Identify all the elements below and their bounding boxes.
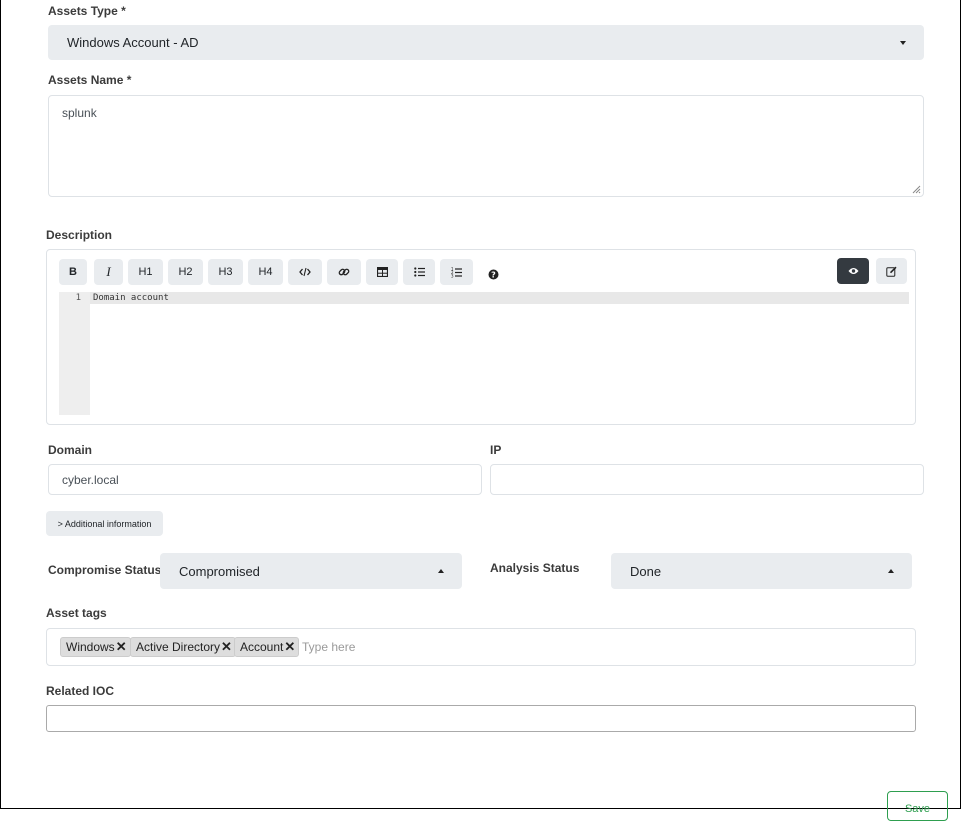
h1-label: H1 [138,266,153,278]
domain-value: cyber.local [62,472,119,487]
compromise-status-select[interactable]: Compromised [160,553,462,589]
assets-type-value: Windows Account - AD [67,35,199,50]
asset-tags-label: Asset tags [46,606,107,620]
h4-label: H4 [258,266,273,278]
tag-chip: Account ✕ [234,637,300,657]
remove-tag-icon[interactable]: ✕ [284,639,298,655]
additional-information-label: > Additional information [57,518,152,529]
assets-type-label: Assets Type * [48,4,126,18]
domain-label: Domain [48,443,93,457]
tag-chip: Active Directory ✕ [130,637,236,657]
h2-button[interactable]: H2 [168,259,203,285]
h3-label: H3 [218,266,233,278]
table-icon [376,267,388,277]
save-label: Save [904,803,931,815]
analysis-status-value: Done [630,563,662,579]
editor-active-line [90,292,909,304]
resize-handle-icon[interactable] [912,185,921,194]
link-button[interactable] [327,259,361,285]
chevron-up-icon [888,569,894,573]
line-number: 1 [75,293,81,303]
numbered-list-icon: 1 2 3 [451,267,462,278]
description-content[interactable]: Domain account [93,292,169,304]
preview-button[interactable] [837,258,869,284]
ip-label: IP [490,443,502,457]
editor-gutter [59,292,90,415]
edit-icon [886,266,897,277]
h3-button[interactable]: H3 [208,259,243,285]
ip-input[interactable] [490,464,924,495]
tag-input[interactable]: Type here [302,640,355,654]
h4-button[interactable]: H4 [248,259,283,285]
assets-name-textarea[interactable]: splunk [48,95,924,197]
numbered-list-button[interactable]: 1 2 3 [440,259,473,285]
related-ioc-input[interactable] [46,705,916,732]
compromise-status-label: Compromise Status [48,563,162,577]
assets-type-select[interactable]: Windows Account - AD [48,25,924,60]
svg-text:?: ? [491,270,496,279]
related-ioc-label: Related IOC [46,684,115,698]
italic-button[interactable]: I [94,259,123,285]
chevron-up-icon [438,569,444,573]
link-icon [338,268,350,276]
tag-label: Windows [66,640,115,654]
edit-button[interactable] [876,258,907,284]
chevron-down-icon [900,40,906,45]
bullet-list-icon [413,267,425,277]
analysis-status-select[interactable]: Done [611,553,912,589]
tag-label: Account [240,640,284,654]
tag-chip: Windows ✕ [60,637,131,657]
table-button[interactable] [366,259,398,285]
code-icon [299,267,311,277]
tag-label: Active Directory [136,640,221,654]
bold-label: B [69,266,77,278]
eye-icon [848,268,858,274]
bold-button[interactable]: B [59,259,87,285]
description-label: Description [46,228,113,242]
assets-name-label: Assets Name * [48,73,132,87]
compromise-status-value: Compromised [179,563,260,579]
question-circle-icon: ? [488,269,499,280]
assets-name-value: splunk [62,106,97,120]
remove-tag-icon[interactable]: ✕ [221,639,235,655]
save-button[interactable]: Save [887,791,948,821]
additional-information-button[interactable]: > Additional information [46,511,163,536]
h2-label: H2 [178,266,193,278]
italic-label: I [106,264,111,279]
analysis-status-label: Analysis Status [490,561,580,575]
remove-tag-icon[interactable]: ✕ [116,639,130,655]
domain-input[interactable]: cyber.local [48,464,482,495]
code-button[interactable] [288,259,322,285]
bullet-list-button[interactable] [403,259,435,285]
modal-body: Assets Type * Windows Account - AD Asset… [0,0,961,821]
help-button[interactable]: ? [488,267,499,280]
svg-text:3: 3 [451,273,454,278]
h1-button[interactable]: H1 [128,259,163,285]
